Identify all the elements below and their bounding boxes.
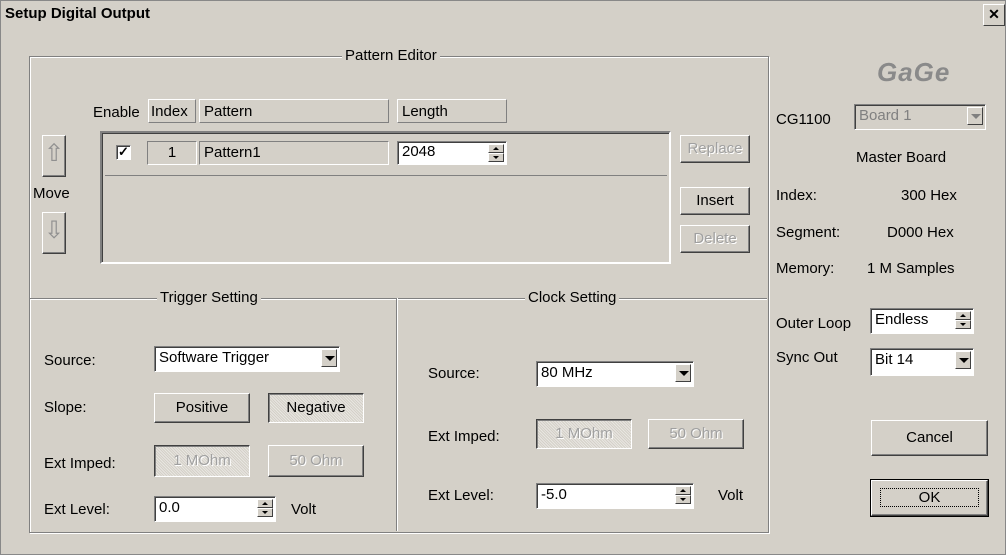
board-model-label: CG1100 [776,111,831,128]
pattern-editor-group [29,56,769,533]
trigger-setting-legend: Trigger Setting [157,289,261,306]
close-icon: ✕ [988,6,1000,22]
clock-imped-label: Ext Imped: [428,428,500,445]
move-up-button[interactable]: ⇧ [42,135,66,177]
column-header-length: Length [397,99,507,123]
pattern-row[interactable]: ✓ 1 Pattern1 2048 [105,135,667,176]
trigger-level-spin[interactable] [257,499,273,517]
spin-down-icon[interactable] [257,508,273,517]
index-value: 300 Hex [901,187,957,204]
gage-logo: GaGe [877,57,951,87]
sync-out-select[interactable]: Bit 14 [870,348,974,376]
clock-level-spinner[interactable]: -5.0 [536,483,694,509]
segment-value: D000 Hex [887,224,954,241]
index-label: Index: [776,187,817,204]
memory-value: 1 M Samples [867,260,955,277]
arrow-down-icon: ⇩ [43,217,65,244]
board-select[interactable]: Board 1 [854,104,986,130]
row-pattern-name: Pattern1 [199,141,389,165]
pattern-editor-legend: Pattern Editor [342,47,440,64]
slope-label: Slope: [44,399,87,416]
outer-loop-spin[interactable] [955,311,971,329]
clock-level-spin[interactable] [675,486,691,504]
trigger-source-label: Source: [44,352,96,369]
clock-imped-50ohm-button[interactable]: 50 Ohm [648,419,744,449]
trigger-source-select[interactable]: Software Trigger [154,346,340,372]
column-header-pattern: Pattern [199,99,389,123]
spin-up-icon[interactable] [488,144,504,153]
spin-up-icon[interactable] [675,486,691,495]
trigger-imped-1mohm-button[interactable]: 1 MOhm [154,445,250,477]
sync-out-label: Sync Out [776,349,838,366]
cancel-button[interactable]: Cancel [871,420,988,456]
move-label: Move [33,185,70,202]
clock-source-select[interactable]: 80 MHz [536,361,694,387]
column-header-index: Index [148,99,196,123]
clock-level-unit: Volt [718,487,744,504]
chevron-down-icon[interactable] [967,107,983,125]
trigger-imped-50ohm-button[interactable]: 50 Ohm [268,445,364,477]
arrow-up-icon: ⇧ [43,140,65,167]
spin-down-icon[interactable] [955,320,971,329]
spin-up-icon[interactable] [955,311,971,320]
clock-setting-legend: Clock Setting [525,289,620,306]
master-board-label: Master Board [856,149,947,166]
spin-down-icon[interactable] [488,153,504,162]
column-header-enable: Enable [93,104,140,121]
chevron-down-icon[interactable] [675,364,691,382]
close-button[interactable]: ✕ [983,4,1005,26]
outer-loop-label: Outer Loop [776,315,852,332]
segment-label: Segment: [776,224,841,241]
slope-positive-button[interactable]: Positive [154,393,250,423]
trigger-level-label: Ext Level: [44,501,110,518]
title-bar: Setup Digital Output ✕ [1,1,1005,27]
insert-button[interactable]: Insert [680,187,750,215]
window-title: Setup Digital Output [5,5,150,22]
length-spin-buttons[interactable] [488,144,504,162]
enable-checkbox[interactable]: ✓ [116,145,131,160]
memory-label: Memory: [776,260,835,277]
trigger-divider [30,298,767,299]
spin-down-icon[interactable] [675,495,691,504]
chevron-down-icon[interactable] [321,349,337,367]
row-index: 1 [147,141,197,165]
settings-vertical-divider [396,298,397,531]
slope-negative-button[interactable]: Negative [268,393,364,423]
spin-up-icon[interactable] [257,499,273,508]
move-down-button[interactable]: ⇩ [42,212,66,254]
trigger-level-spinner[interactable]: 0.0 [154,496,276,522]
trigger-imped-label: Ext Imped: [44,455,116,472]
clock-source-label: Source: [428,365,480,382]
row-length-spinner[interactable]: 2048 [397,141,507,165]
chevron-down-icon[interactable] [955,351,971,369]
setup-digital-output-dialog: Setup Digital Output ✕ Pattern Editor En… [0,0,1006,555]
outer-loop-spinner[interactable]: Endless [870,308,974,334]
clock-imped-1mohm-button[interactable]: 1 MOhm [536,419,632,449]
replace-button[interactable]: Replace [680,135,750,163]
ok-button[interactable]: OK [870,479,989,517]
delete-button[interactable]: Delete [680,225,750,253]
trigger-level-unit: Volt [291,501,317,518]
clock-level-label: Ext Level: [428,487,494,504]
